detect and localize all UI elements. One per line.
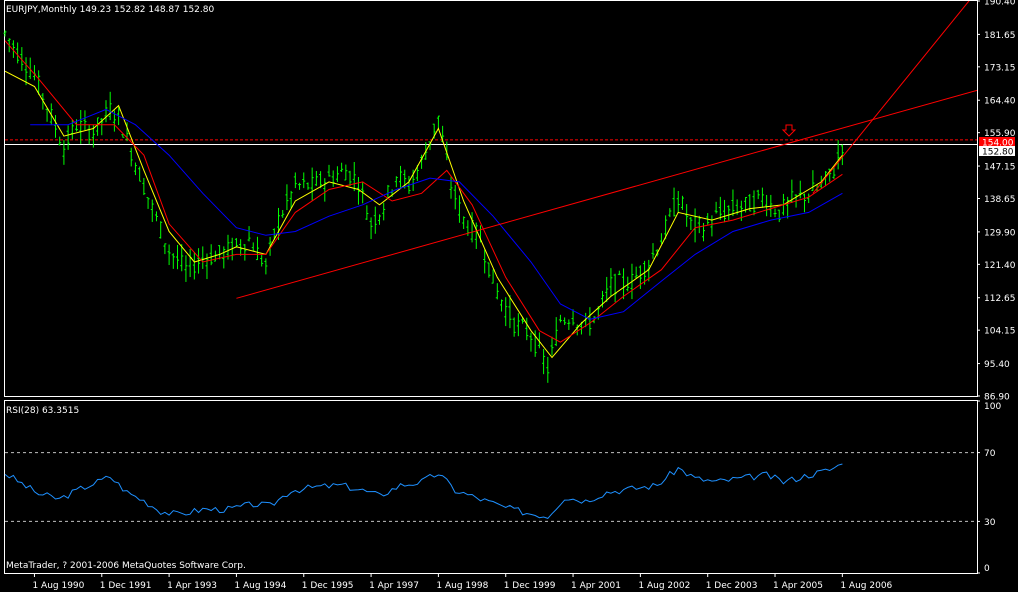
y-axis-rsi: 100 70 30 0 xyxy=(977,400,1001,574)
copyright-text: MetaTrader, ? 2001-2006 MetaQuotes Softw… xyxy=(6,561,246,571)
main-panel-frame xyxy=(4,0,978,397)
y-tick-label: 95.40 xyxy=(984,360,1010,370)
chart-window[interactable]: 190.40 181.65 173.15 164.40 155.90 147.15 138.… xyxy=(0,0,1018,592)
rsi-tick-label: 30 xyxy=(984,518,996,528)
x-tick-label: 1 Dec 1991 xyxy=(100,581,152,591)
horizontal-levels xyxy=(5,139,977,145)
rsi-title: RSI(28) 63.3515 xyxy=(6,406,79,416)
down-arrow-icon[interactable] xyxy=(781,124,797,137)
rsi-panel-frame xyxy=(4,400,978,574)
chart-canvas[interactable]: 190.40181.65173.15164.40155.90147.15138.… xyxy=(0,0,1018,592)
x-tick-label: 1 Aug 2002 xyxy=(638,581,690,591)
candles xyxy=(3,30,844,383)
x-tick-label: 1 Apr 1997 xyxy=(369,581,419,591)
moving-averages xyxy=(4,40,843,359)
y-tick-label: 181.65 xyxy=(984,31,1016,41)
y-tick-label: 147.15 xyxy=(984,163,1016,173)
y-tick-label: 129.90 xyxy=(984,228,1016,238)
y-tick-label: 86.90 xyxy=(984,393,1010,403)
y-tick-label: 104.15 xyxy=(984,327,1016,337)
trendline[interactable] xyxy=(236,89,977,299)
rsi-tick-label: 100 xyxy=(984,402,1001,412)
trendline[interactable] xyxy=(812,0,977,194)
y-tick-label: 112.65 xyxy=(984,294,1016,304)
y-tick-label: 190.40 xyxy=(984,0,1016,8)
x-tick-label: 1 Dec 1999 xyxy=(504,581,556,591)
y-tick-label: 173.15 xyxy=(984,63,1016,73)
moving-average-line-red xyxy=(4,40,843,343)
y-tick-label: 121.40 xyxy=(984,261,1016,271)
x-tick-label: 1 Aug 2006 xyxy=(840,581,892,591)
main-chart-title: EURJPY,Monthly 149.23 152.82 148.87 152.… xyxy=(6,5,214,15)
x-tick-label: 1 Apr 2005 xyxy=(773,581,823,591)
x-tick-label: 1 Aug 1994 xyxy=(234,581,286,591)
x-tick-label: 1 Aug 1990 xyxy=(32,581,84,591)
moving-average-line-yellow xyxy=(4,70,843,359)
trendlines[interactable] xyxy=(236,0,977,299)
rsi-series xyxy=(4,452,977,522)
y-tick-label: 138.65 xyxy=(984,195,1016,205)
y-tick-label: 164.40 xyxy=(984,97,1016,107)
rsi-tick-label: 70 xyxy=(984,449,996,459)
x-tick-label: 1 Dec 1995 xyxy=(302,581,354,591)
x-tick-label: 1 Apr 2001 xyxy=(571,581,621,591)
rsi-tick-label: 0 xyxy=(984,564,990,574)
x-axis: 1 Aug 1990 1 Dec 1991 1 Apr 1993 1 Aug 1994… xyxy=(32,573,893,591)
rsi-line xyxy=(4,463,843,519)
close-price-label: 152.80 xyxy=(982,148,1014,158)
x-tick-label: 1 Dec 2003 xyxy=(706,581,758,591)
y-axis-main: 190.40181.65173.15164.40155.90147.15138.… xyxy=(977,0,1016,403)
x-tick-label: 1 Apr 1993 xyxy=(167,581,217,591)
x-tick-label: 1 Aug 1998 xyxy=(436,581,488,591)
